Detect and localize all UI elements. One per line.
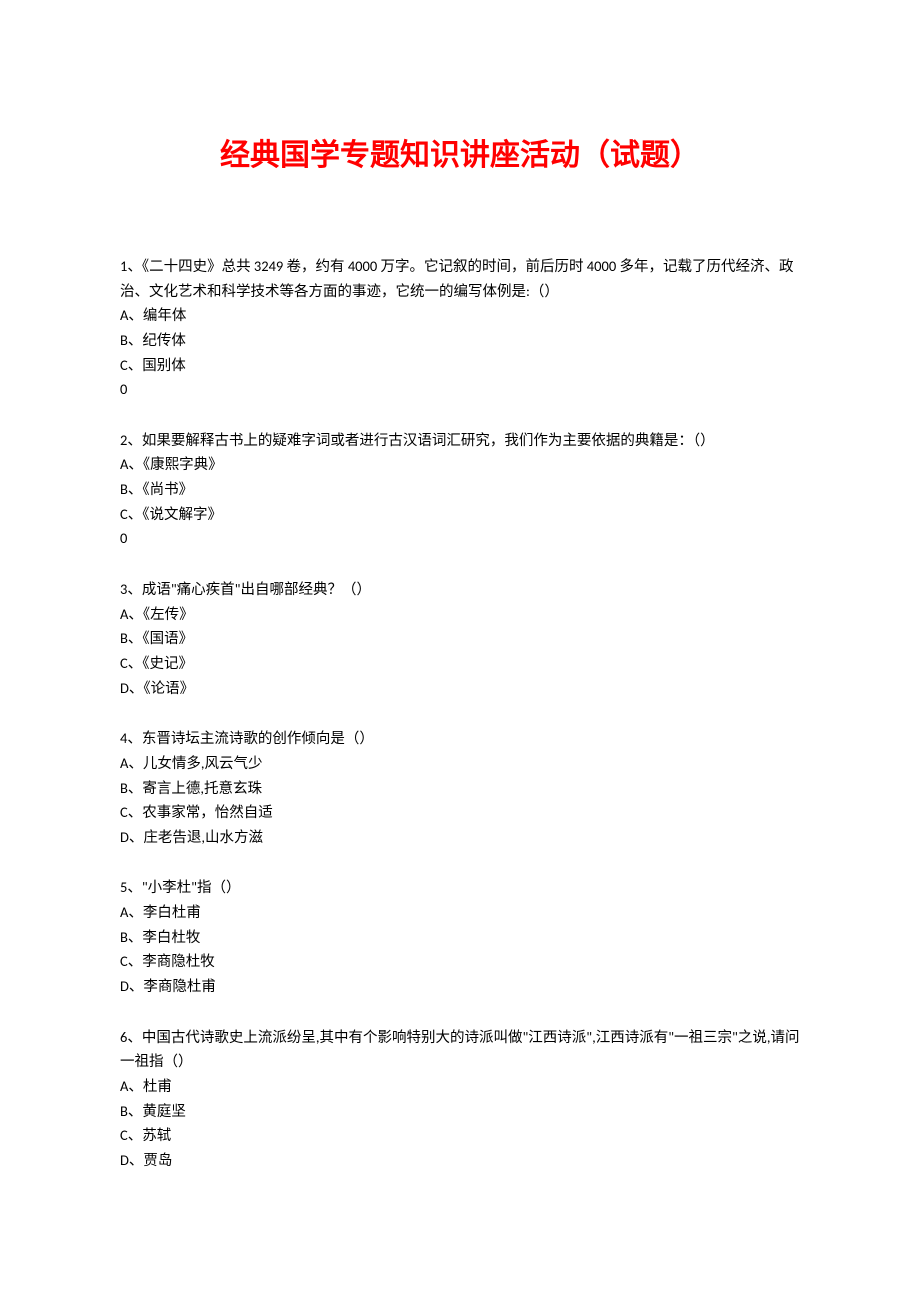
choice-option: D、李商隐杜甫 <box>120 974 800 999</box>
choice-option: A、杜甫 <box>120 1074 800 1099</box>
choice-option: A、儿女情多,风云气少 <box>120 751 800 776</box>
question-prompt: 2、如果要解释古书上的疑难字词或者进行古汉语词汇研究，我们作为主要依据的典籍是：… <box>120 428 800 453</box>
trailing-marker: 0 <box>120 526 800 551</box>
document-page: 经典国学专题知识讲座活动（试题） 1、《二十四史》总共 3249 卷，约有 40… <box>0 0 920 1259</box>
choice-option: D、庄老告退,山水方滋 <box>120 825 800 850</box>
question-prompt: 4、东晋诗坛主流诗歌的创作倾向是（） <box>120 726 800 751</box>
choice-option: A、李白杜甫 <box>120 900 800 925</box>
question-block: 3、成语"痛心疾首"出自哪部经典？（） A、《左传》 B、《国语》 C、《史记》… <box>120 577 800 700</box>
question-block: 1、《二十四史》总共 3249 卷，约有 4000 万字。它记叙的时间，前后历时… <box>120 254 800 402</box>
choice-option: C、国别体 <box>120 353 800 378</box>
choice-option: C、《说文解字》 <box>120 502 800 527</box>
choice-option: C、苏轼 <box>120 1123 800 1148</box>
choice-option: A、《康熙字典》 <box>120 452 800 477</box>
question-prompt: 6、中国古代诗歌史上流派纷呈,其中有个影响特别大的诗派叫做"江西诗派",江西诗派… <box>120 1025 800 1074</box>
question-block: 6、中国古代诗歌史上流派纷呈,其中有个影响特别大的诗派叫做"江西诗派",江西诗派… <box>120 1025 800 1173</box>
choice-option: B、李白杜牧 <box>120 925 800 950</box>
choice-option: B、纪传体 <box>120 328 800 353</box>
question-block: 4、东晋诗坛主流诗歌的创作倾向是（） A、儿女情多,风云气少 B、寄言上德,托意… <box>120 726 800 849</box>
choice-option: C、农事家常，怡然自适 <box>120 800 800 825</box>
choice-option: D、贾岛 <box>120 1148 800 1173</box>
choice-option: C、李商隐杜牧 <box>120 949 800 974</box>
choice-option: C、《史记》 <box>120 651 800 676</box>
page-title: 经典国学专题知识讲座活动（试题） <box>120 130 800 174</box>
trailing-marker: 0 <box>120 377 800 402</box>
question-prompt: 1、《二十四史》总共 3249 卷，约有 4000 万字。它记叙的时间，前后历时… <box>120 254 800 303</box>
choice-option: B、《尚书》 <box>120 477 800 502</box>
question-block: 5、"小李杜"指（） A、李白杜甫 B、李白杜牧 C、李商隐杜牧 D、李商隐杜甫 <box>120 875 800 998</box>
question-block: 2、如果要解释古书上的疑难字词或者进行古汉语词汇研究，我们作为主要依据的典籍是：… <box>120 428 800 551</box>
choice-option: B、寄言上德,托意玄珠 <box>120 776 800 801</box>
choice-option: D、《论语》 <box>120 676 800 701</box>
choice-option: A、编年体 <box>120 303 800 328</box>
choice-option: B、《国语》 <box>120 626 800 651</box>
choice-option: B、黄庭坚 <box>120 1099 800 1124</box>
question-prompt: 3、成语"痛心疾首"出自哪部经典？（） <box>120 577 800 602</box>
question-prompt: 5、"小李杜"指（） <box>120 875 800 900</box>
choice-option: A、《左传》 <box>120 602 800 627</box>
